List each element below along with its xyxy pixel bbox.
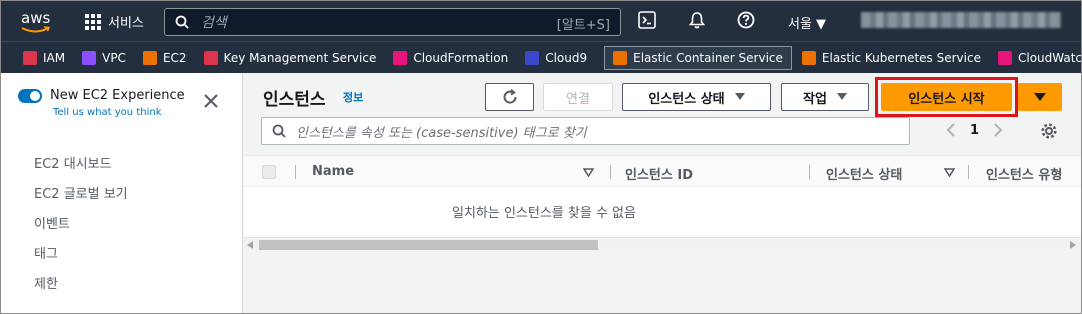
fav-cloud9[interactable]: Cloud9 [525,46,587,70]
vpc-icon [82,50,97,65]
experience-title: New EC2 Experience [50,88,185,103]
info-link[interactable]: 정보 [343,89,363,105]
feedback-link[interactable]: Tell us what you think [53,107,162,118]
ecs-icon [613,50,628,65]
services-menu[interactable]: 서비스 [85,12,144,31]
fav-label: Elastic Container Service [633,50,783,65]
fav-label: Cloud9 [545,50,588,65]
fav-kms[interactable]: Key Management Service [203,46,377,70]
fav-cloudwatch[interactable]: CloudWatch [997,46,1082,70]
table-header: Name 인스턴스 ID 인스턴스 상태 인스턴스 유형 [244,155,1081,187]
region-selector[interactable]: 서울 ▼ [788,13,826,32]
column-name[interactable]: Name [312,164,354,179]
sidebar-item-dashboard[interactable]: EC2 대시보드 [34,153,112,172]
column-instance-type[interactable]: 인스턴스 유형 [986,164,1062,183]
sidebar-item-tags[interactable]: 태그 [34,243,58,262]
scroll-left-icon[interactable] [247,241,254,249]
console-frame: aws 서비스 검색 [알트+S] 서울 ▼ IAM VPC EC2 Key M… [0,0,1082,314]
horizontal-scrollbar[interactable] [244,237,1081,251]
aws-smile-icon [21,26,51,33]
scroll-right-icon[interactable] [1070,241,1077,249]
column-divider [610,165,611,179]
highlight-box [875,77,1018,117]
bell-icon[interactable] [688,11,706,29]
sidebar: New EC2 Experience Tell us what you thin… [1,73,243,313]
gear-icon[interactable] [1040,122,1058,140]
instance-state-label: 인스턴스 상태 [648,91,725,107]
column-instance-id[interactable]: 인스턴스 ID [625,164,693,183]
sidebar-item-events[interactable]: 이벤트 [34,213,70,232]
select-all-checkbox[interactable] [262,165,276,179]
page-number[interactable]: 1 [970,123,979,138]
help-icon[interactable] [737,11,755,29]
launch-dropdown-button[interactable] [1018,83,1062,111]
eks-icon [801,50,816,65]
search-icon [175,15,189,29]
cloud9-icon [525,50,540,65]
fav-label: EC2 [162,50,187,65]
connect-button[interactable]: 연결 [543,83,613,111]
connect-label: 연결 [566,91,590,107]
empty-state-message: 일치하는 인스턴스를 찾을 수 없음 [452,206,636,221]
fav-label: Key Management Service [223,50,377,65]
cloudwatch-icon [997,50,1012,65]
refresh-icon [503,89,517,104]
column-instance-state[interactable]: 인스턴스 상태 [826,164,902,183]
cloudshell-icon[interactable] [638,11,656,29]
caret-down-icon [1034,92,1046,101]
fav-label: CloudFormation [413,50,509,65]
page-title: 인스턴스 [263,90,326,110]
kms-icon [203,50,218,65]
fav-vpc[interactable]: VPC [82,46,126,70]
search-placeholder: 검색 [201,15,227,31]
details-pane [244,252,1081,313]
filter-placeholder: 인스턴스를 속성 또는 (case-sensitive) 태그로 찾기 [296,125,587,141]
column-divider [968,165,969,179]
top-nav: aws 서비스 검색 [알트+S] 서울 ▼ [1,1,1081,41]
search-shortcut: [알트+S] [556,18,610,33]
account-menu-redacted[interactable] [861,12,1061,28]
sidebar-item-limits[interactable]: 제한 [34,273,58,292]
ec2-icon [142,50,157,65]
fav-ecs[interactable]: Elastic Container Service [604,45,792,70]
favorites-bar: IAM VPC EC2 Key Management Service Cloud… [1,41,1082,73]
actions-label: 작업 [803,91,827,107]
column-divider [809,165,810,179]
column-divider [295,165,296,179]
fav-label: IAM [43,50,66,65]
fav-cloudformation[interactable]: CloudFormation [393,46,508,70]
caret-down-icon [734,93,745,100]
sidebar-item-global-view[interactable]: EC2 글로벌 보기 [34,183,128,202]
filter-input[interactable]: 인스턴스를 속성 또는 (case-sensitive) 태그로 찾기 [261,117,910,145]
fav-label: Elastic Kubernetes Service [821,50,981,65]
aws-logo[interactable]: aws [19,7,55,35]
fav-ec2[interactable]: EC2 [142,46,187,70]
pagination: 1 [946,122,1003,138]
scrollbar-thumb[interactable] [259,240,598,250]
close-icon[interactable] [204,94,218,108]
actions-button[interactable]: 작업 [781,83,869,111]
iam-icon [23,50,37,65]
sort-icon[interactable] [583,168,594,177]
refresh-button[interactable] [485,83,534,111]
fav-label: CloudWatch [1017,50,1082,65]
fav-label: VPC [102,50,126,65]
search-input[interactable]: 검색 [알트+S] [164,8,621,36]
chevron-right-icon[interactable] [993,122,1003,138]
fav-iam[interactable]: IAM [23,46,65,70]
chevron-left-icon[interactable] [946,122,956,138]
cloudformation-icon [393,50,408,65]
grid-icon [85,13,101,30]
search-icon [272,124,286,138]
services-label: 서비스 [108,16,144,31]
sort-icon[interactable] [944,168,955,177]
new-experience-toggle[interactable] [18,89,42,103]
caret-down-icon [836,93,847,100]
instance-state-button[interactable]: 인스턴스 상태 [622,83,771,111]
fav-eks[interactable]: Elastic Kubernetes Service [801,46,981,70]
